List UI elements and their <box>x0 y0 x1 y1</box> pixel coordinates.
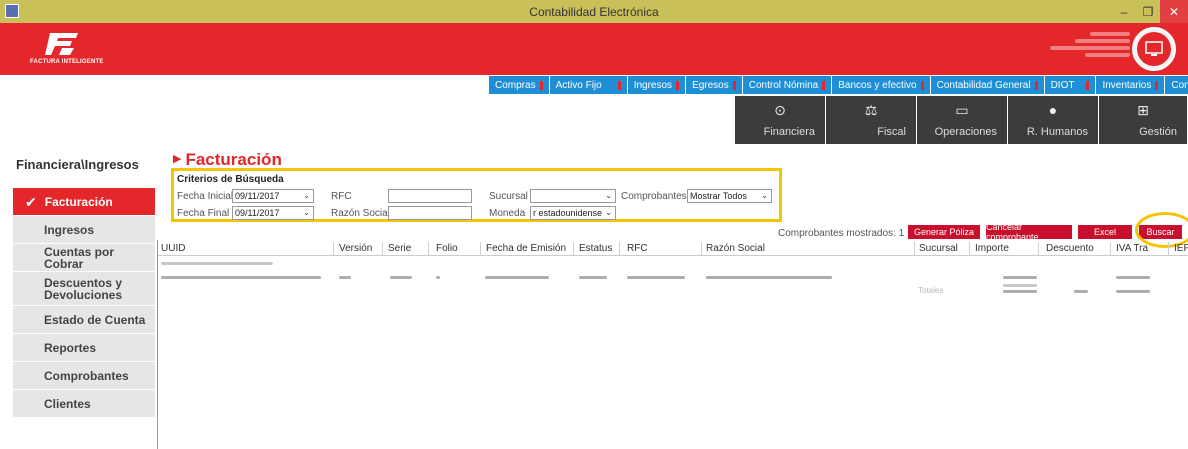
tile-r-humanos[interactable]: ● R. Humanos <box>1008 96 1098 144</box>
tile-operaciones[interactable]: ▭ Operaciones <box>917 96 1007 144</box>
blurred-group-row <box>161 262 273 265</box>
cancelar-comprobante-button[interactable]: Cancelar comprobante <box>986 222 1072 242</box>
fecha-inicial-label: Fecha Inicial <box>177 191 234 202</box>
menu-activo-fijo[interactable]: Activo Fijo <box>549 76 627 94</box>
col-folio[interactable]: Folio <box>436 243 458 254</box>
moneda-label: Moneda <box>489 208 526 219</box>
page-title: ▶ Facturación <box>173 150 282 169</box>
search-criteria-panel: Criterios de Búsqueda Fecha Inicial 09/1… <box>171 168 782 222</box>
panel-divider <box>157 240 158 449</box>
app-icon <box>5 4 19 18</box>
chevron-down-icon: ⌄ <box>761 191 768 200</box>
sidebar-item-cuentas-por-cobrar[interactable]: Cuentas por Cobrar <box>13 244 155 272</box>
menu-contabilidad-general[interactable]: Contabilidad General <box>930 76 1044 94</box>
rfc-label: RFC <box>331 191 352 202</box>
menu-ingresos[interactable]: Ingresos <box>627 76 686 94</box>
col-iva-tra[interactable]: IVA Tra <box>1116 243 1148 254</box>
window-titlebar: Contabilidad Electrónica – ❐ ✕ <box>0 0 1188 23</box>
razon-social-label: Razón Social <box>331 208 390 219</box>
sidebar-item-facturacion[interactable]: ✔ Facturación <box>13 188 155 216</box>
flag-icon <box>676 80 680 90</box>
menu-bancos[interactable]: Bancos y efectivo <box>832 76 930 94</box>
menu-inventarios[interactable]: Inventarios <box>1096 76 1165 94</box>
fecha-final-label: Fecha Final <box>177 208 230 219</box>
totals-label: Totales <box>918 286 944 295</box>
logo-text: FACTURA INTELIGENTE <box>30 59 104 65</box>
menu-egresos[interactable]: Egresos <box>686 76 742 94</box>
col-version[interactable]: Versión <box>339 243 372 254</box>
fecha-inicial-picker[interactable]: 09/11/2017 ⌄ <box>232 189 314 203</box>
person-icon: ● <box>1048 102 1058 118</box>
tile-gestion[interactable]: ⊞ Gestión <box>1099 96 1187 144</box>
chevron-down-icon: ⌄ <box>303 191 310 200</box>
flag-icon <box>1034 80 1038 90</box>
monitor-icon <box>1145 41 1163 56</box>
menu-control-nomina[interactable]: Control Nómina <box>742 76 832 94</box>
col-razon-social[interactable]: Razón Social <box>706 243 765 254</box>
sidebar-item-clientes[interactable]: Clientes <box>13 390 155 418</box>
shown-count: Comprobantes mostrados: 1 <box>778 228 905 239</box>
grid-header: UUID Versión Serie Folio Fecha de Emisió… <box>158 242 1188 256</box>
col-importe[interactable]: Importe <box>975 243 1009 254</box>
comprobantes-select[interactable]: Mostrar Todos ⌄ <box>687 189 772 203</box>
rfc-input[interactable] <box>388 189 472 203</box>
org-chart-icon: ⊞ <box>1137 102 1149 118</box>
user-avatar[interactable] <box>1132 27 1176 71</box>
flag-icon <box>617 80 621 90</box>
criteria-title: Criterios de Búsqueda <box>177 174 284 185</box>
brand-logo: FACTURA INTELIGENTE <box>30 31 110 71</box>
check-icon: ✔ <box>25 193 37 210</box>
tile-financiera[interactable]: ⊙ Financiera <box>735 96 825 144</box>
sucursal-label: Sucursal <box>489 191 528 202</box>
sidebar-item-estado-de-cuenta[interactable]: Estado de Cuenta <box>13 306 155 334</box>
moneda-select[interactable]: r estadounidense ⌄ <box>530 206 616 220</box>
generar-poliza-button[interactable]: Generar Póliza <box>908 225 980 239</box>
menu-configuracion[interactable]: Configuración <box>1165 76 1188 94</box>
logo-mark-icon <box>45 33 78 55</box>
menu-compras[interactable]: Compras <box>489 76 549 94</box>
sidebar-item-comprobantes[interactable]: Comprobantes <box>13 362 155 390</box>
razon-social-input[interactable] <box>388 206 472 220</box>
flag-icon <box>822 80 826 90</box>
chevron-down-icon: ⌄ <box>303 208 310 217</box>
app-header: FACTURA INTELIGENTE <box>0 23 1188 75</box>
excel-button[interactable]: Excel <box>1078 225 1132 239</box>
col-descuento[interactable]: Descuento <box>1046 243 1094 254</box>
col-fecha-emision[interactable]: Fecha de Emisión <box>486 243 566 254</box>
flag-icon <box>1086 80 1090 90</box>
col-uuid[interactable]: UUID <box>161 243 185 254</box>
user-info <box>1020 29 1130 60</box>
module-tiles: ⊙ Financiera ⚖ Fiscal ▭ Operaciones ● R. Hum… <box>735 96 1187 144</box>
comprobantes-label: Comprobantes <box>621 191 687 202</box>
monitor-icon: ▭ <box>955 102 969 118</box>
chevron-down-icon: ⌄ <box>605 191 612 200</box>
triangle-right-icon: ▶ <box>173 153 182 165</box>
scale-icon: ⚖ <box>864 102 878 118</box>
window-title: Contabilidad Electrónica <box>529 4 659 19</box>
chevron-down-icon: ⌄ <box>605 208 612 217</box>
minimize-button[interactable]: – <box>1112 0 1136 23</box>
col-ieps[interactable]: IEPS <box>1174 243 1188 254</box>
col-estatus[interactable]: Estatus <box>579 243 612 254</box>
flag-icon <box>920 80 924 90</box>
sidebar-item-reportes[interactable]: Reportes <box>13 334 155 362</box>
sidebar-item-descuentos[interactable]: Descuentos y Devoluciones <box>13 272 155 306</box>
maximize-button[interactable]: ❐ <box>1136 0 1160 23</box>
menu-diot[interactable]: DIOT <box>1044 76 1096 94</box>
sucursal-select[interactable]: ⌄ <box>530 189 616 203</box>
top-menu: Compras Activo Fijo Ingresos Egresos Con… <box>489 76 1188 94</box>
tile-fiscal[interactable]: ⚖ Fiscal <box>826 96 916 144</box>
col-rfc[interactable]: RFC <box>627 243 648 254</box>
coins-icon: ⊙ <box>774 102 786 118</box>
flag-icon <box>1155 80 1159 90</box>
flag-icon <box>732 80 736 90</box>
close-button[interactable]: ✕ <box>1160 0 1188 23</box>
col-sucursal[interactable]: Sucursal <box>919 243 958 254</box>
col-serie[interactable]: Serie <box>388 243 411 254</box>
breadcrumb: Financiera\Ingresos <box>16 157 139 172</box>
sidebar-item-ingresos[interactable]: Ingresos <box>13 216 155 244</box>
sidebar: ✔ Facturación Ingresos Cuentas por Cobrar… <box>13 188 155 418</box>
fecha-final-picker[interactable]: 09/11/2017 ⌄ <box>232 206 314 220</box>
flag-icon <box>539 80 543 90</box>
